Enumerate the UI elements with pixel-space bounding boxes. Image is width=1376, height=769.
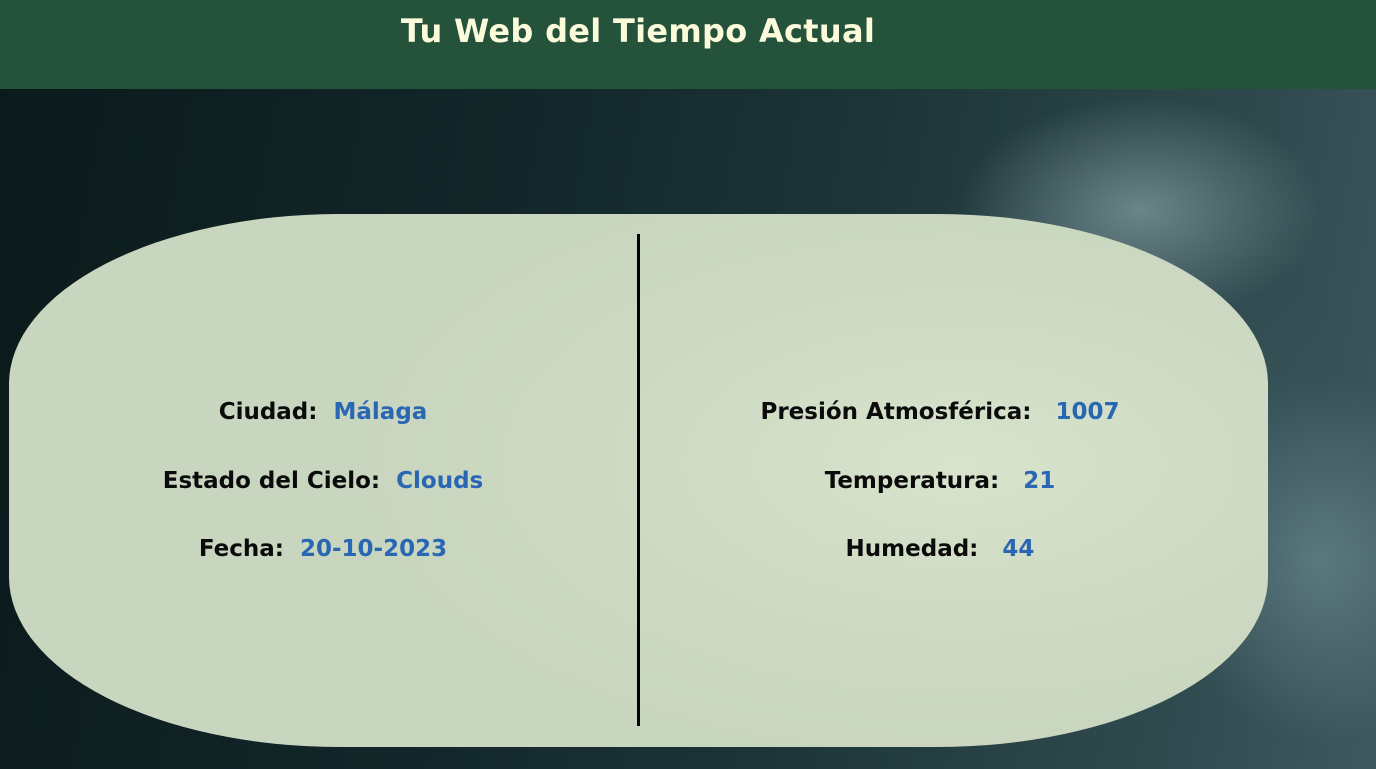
pressure-row: Presión Atmosférica: 1007 [640, 397, 1240, 427]
city-value: Málaga [333, 399, 428, 425]
date-value: 20-10-2023 [300, 536, 448, 562]
pressure-label: Presión Atmosférica: [760, 399, 1048, 425]
temperature-label: Temperatura: [824, 468, 1016, 494]
date-label: Fecha: [198, 536, 292, 562]
city-row: Ciudad: Málaga [9, 397, 637, 427]
pressure-value: 1007 [1055, 399, 1120, 425]
temperature-row: Temperatura: 21 [640, 466, 1240, 496]
date-row: Fecha: 20-10-2023 [9, 534, 637, 564]
temperature-value: 21 [1023, 468, 1056, 494]
city-label: Ciudad: [218, 399, 326, 425]
sky-state-label: Estado del Cielo: [162, 468, 389, 494]
humidity-label: Humedad: [845, 536, 995, 562]
humidity-row: Humedad: 44 [640, 534, 1240, 564]
humidity-value: 44 [1002, 536, 1035, 562]
weather-card: Ciudad: Málaga Estado del Cielo: Clouds … [9, 214, 1268, 747]
sky-state-row: Estado del Cielo: Clouds [9, 466, 637, 496]
header-bar: Tu Web del Tiempo Actual [0, 0, 1376, 89]
sky-state-value: Clouds [396, 468, 484, 494]
page-title: Tu Web del Tiempo Actual [400, 12, 876, 50]
